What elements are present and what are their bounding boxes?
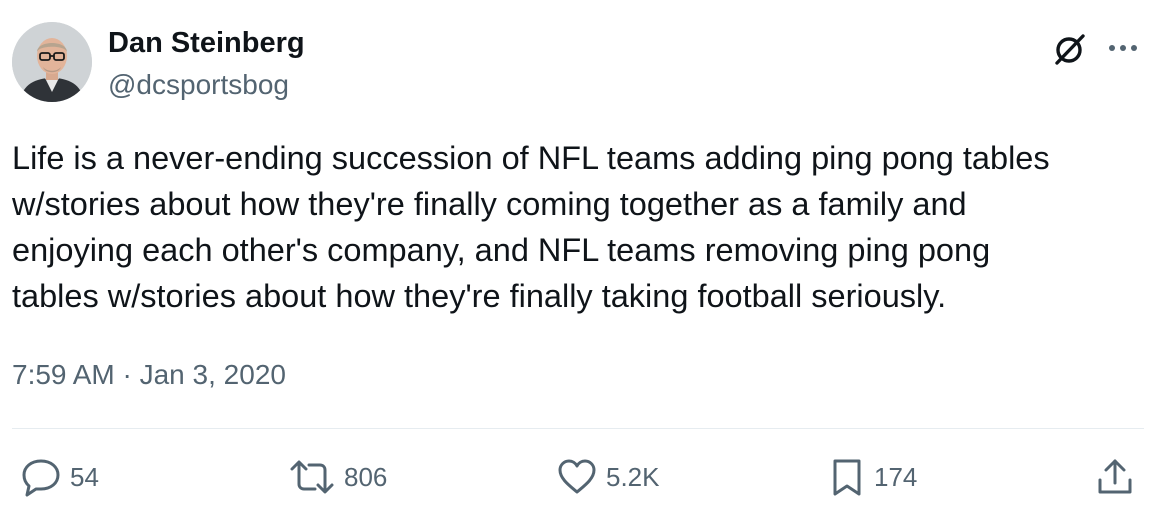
author-display-name[interactable]: Dan Steinberg (108, 25, 305, 61)
avatar[interactable] (12, 22, 92, 102)
like-count: 5.2K (606, 462, 660, 492)
reply-icon (22, 459, 60, 497)
like-icon (558, 459, 596, 494)
tweet-timestamp[interactable]: 7:59 AM · Jan 3, 2020 (12, 357, 286, 393)
tweet-text: Life is a never-ending succession of NFL… (12, 140, 1050, 314)
bookmark-button[interactable]: 174 (828, 454, 917, 500)
share-button[interactable] (1094, 454, 1136, 500)
bookmark-icon (833, 459, 861, 496)
repost-count: 806 (344, 462, 388, 492)
grok-icon[interactable] (1052, 31, 1088, 67)
reply-count: 54 (70, 462, 99, 492)
more-icon[interactable] (1104, 32, 1142, 64)
divider (12, 428, 1144, 429)
author-handle[interactable]: @dcsportsbog (108, 67, 289, 103)
bookmark-count: 174 (874, 462, 918, 492)
avatar-image (12, 22, 92, 102)
like-button[interactable]: 5.2K (556, 454, 660, 500)
reply-button[interactable]: 54 (20, 454, 99, 500)
repost-button[interactable]: 806 (288, 454, 387, 500)
share-icon (1098, 459, 1132, 494)
repost-icon (290, 460, 334, 494)
